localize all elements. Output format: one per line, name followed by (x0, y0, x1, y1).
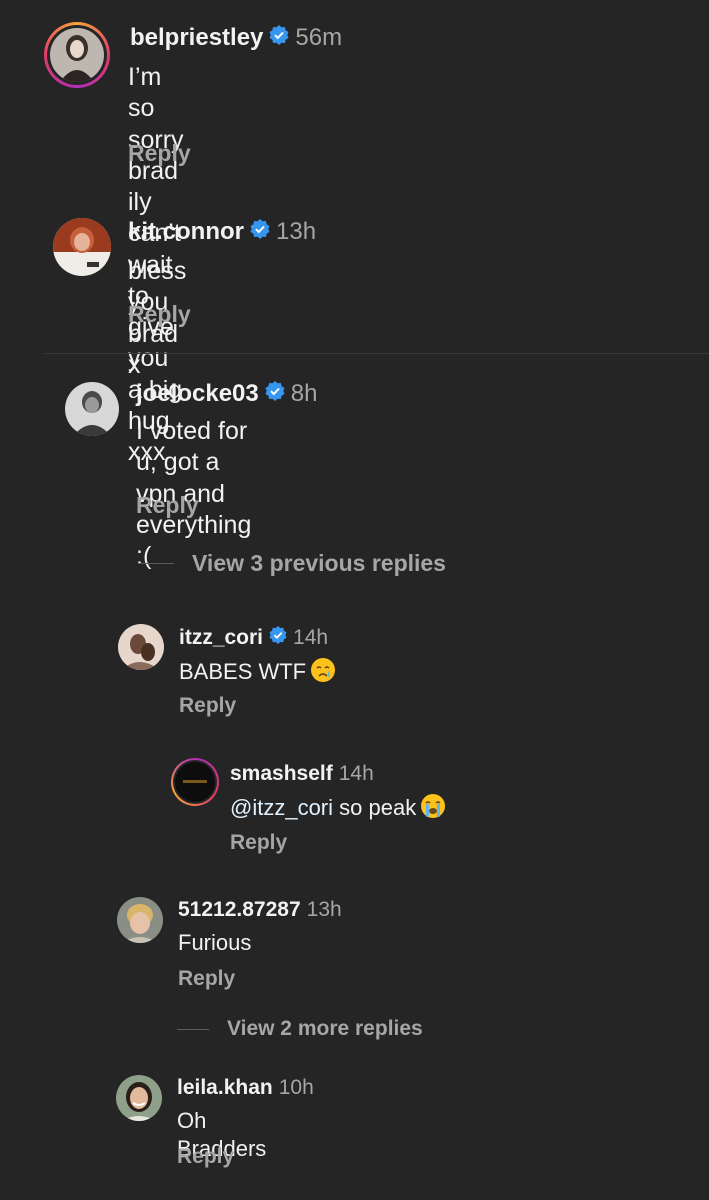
view-more-replies-button[interactable]: View 2 more replies (177, 1017, 423, 1041)
reply-button[interactable]: Reply (128, 301, 191, 328)
reply-button[interactable]: Reply (136, 492, 199, 519)
avatar[interactable] (175, 762, 215, 802)
avatar[interactable] (118, 624, 164, 670)
comment-text: BABES WTF (179, 659, 307, 685)
comment-text: so peak (339, 795, 417, 821)
timestamp: 13h (276, 218, 317, 245)
timestamp: 8h (290, 380, 318, 407)
timestamp: 10h (278, 1076, 314, 1099)
reply-button[interactable]: Reply (230, 831, 287, 855)
username[interactable]: leila.khan (177, 1076, 273, 1100)
view-previous-replies-label: View 3 previous replies (192, 550, 446, 576)
verified-badge-icon (265, 380, 285, 408)
timestamp: 14h (293, 626, 329, 649)
username[interactable]: smashself (230, 762, 333, 786)
loudly-crying-face-emoji-icon (420, 793, 446, 826)
crying-face-emoji-icon (310, 657, 336, 690)
avatar[interactable] (50, 28, 104, 82)
reply-button[interactable]: Reply (178, 967, 235, 991)
reply-button[interactable]: Reply (128, 140, 191, 167)
mention-link[interactable]: @itzz_cori (230, 795, 333, 820)
avatar[interactable] (116, 1075, 162, 1121)
view-previous-replies-button[interactable]: View 3 previous replies (138, 550, 446, 577)
avatar[interactable] (53, 218, 111, 276)
username[interactable]: belpriestley (130, 24, 263, 52)
story-ring[interactable] (44, 22, 110, 88)
verified-badge-icon (269, 24, 289, 52)
story-ring[interactable] (171, 758, 219, 806)
username[interactable]: itzz_cori (179, 626, 263, 650)
verified-badge-icon (269, 626, 287, 650)
divider (45, 353, 709, 354)
timestamp: 13h (306, 898, 342, 921)
reply-button[interactable]: Reply (177, 1145, 234, 1169)
verified-badge-icon (250, 218, 270, 246)
avatar[interactable] (65, 382, 119, 436)
comment-text: Furious (178, 930, 252, 955)
username[interactable]: joelocke03 (136, 380, 259, 408)
username[interactable]: kit.connor (128, 218, 244, 246)
view-more-replies-label: View 2 more replies (227, 1017, 423, 1040)
avatar[interactable] (117, 897, 163, 943)
username[interactable]: 51212.87287 (178, 898, 301, 922)
timestamp: 14h (338, 762, 374, 785)
reply-button[interactable]: Reply (179, 694, 236, 718)
timestamp: 56m (295, 24, 343, 51)
